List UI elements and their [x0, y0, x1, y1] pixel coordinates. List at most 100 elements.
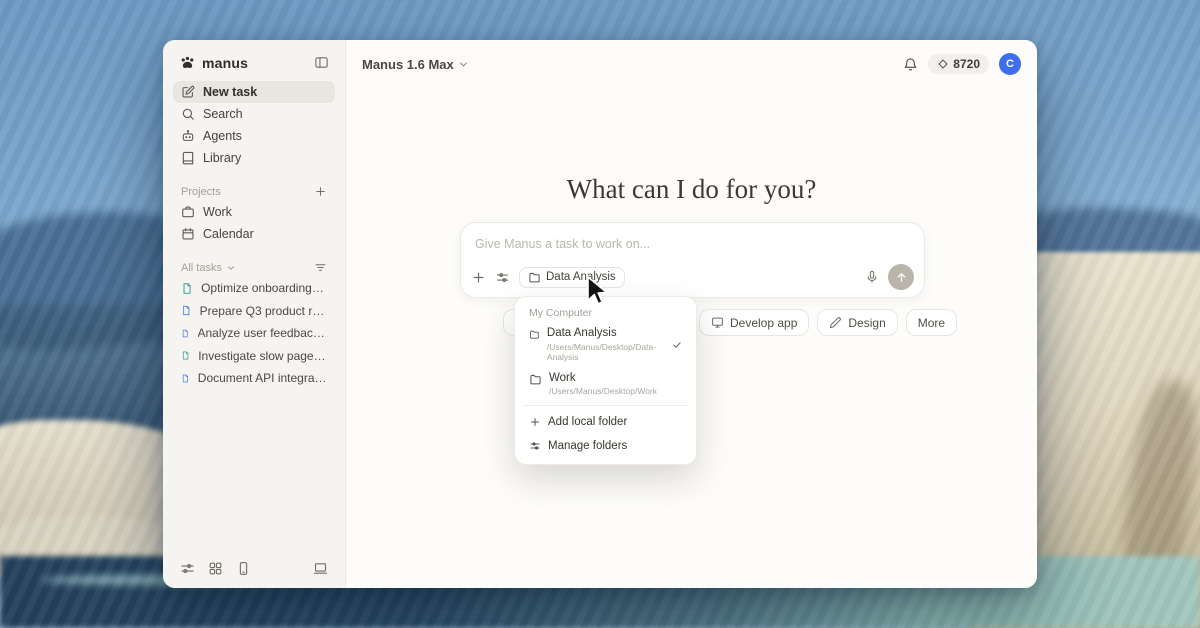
- credits-count: 8720: [953, 57, 980, 71]
- user-avatar[interactable]: C: [999, 53, 1021, 75]
- monitor-icon: [711, 316, 724, 329]
- sidebar-item-label: Agents: [203, 129, 242, 143]
- plus-icon: [529, 416, 541, 428]
- folder-icon: [528, 271, 541, 284]
- suggestion-chip-label: More: [918, 316, 945, 330]
- folder-menu-item-work[interactable]: Work /Users/Manus/Desktop/Work: [521, 367, 690, 402]
- new-task-icon: [181, 85, 195, 99]
- folder-chip-label: Data Analysis: [546, 271, 616, 283]
- add-project-button[interactable]: [314, 185, 327, 198]
- desktop-app-button[interactable]: [313, 561, 328, 576]
- settings-sliders-button[interactable]: [180, 561, 195, 576]
- library-book-icon: [181, 151, 195, 165]
- folder-menu: My Computer Data Analysis /Users/Manus/D…: [514, 296, 697, 465]
- task-list-item[interactable]: Analyze user feedback from beta test: [173, 322, 335, 345]
- page-title: What can I do for you?: [346, 174, 1037, 205]
- add-local-folder-label: Add local folder: [548, 416, 627, 428]
- task-list-item[interactable]: Document API integration guidelin...: [173, 367, 335, 390]
- briefcase-icon: [181, 205, 195, 219]
- mic-button[interactable]: [865, 270, 879, 284]
- calendar-icon: [181, 227, 195, 241]
- manage-folders-action[interactable]: Manage folders: [521, 434, 690, 458]
- task-input[interactable]: [475, 237, 910, 251]
- folder-name: Data Analysis: [547, 327, 665, 339]
- task-list-item[interactable]: Optimize onboarding flow: [173, 277, 335, 300]
- suggestion-chip-design[interactable]: Design: [817, 309, 897, 336]
- sidebar-header: manus: [173, 52, 335, 81]
- task-filter-button[interactable]: [314, 261, 327, 274]
- topbar-right: 8720 C: [903, 53, 1021, 75]
- task-label: Prepare Q3 product roadmap: [200, 304, 327, 318]
- chevron-down-icon[interactable]: [226, 263, 236, 273]
- send-button[interactable]: [888, 264, 914, 290]
- all-tasks-header-label: All tasks: [181, 262, 222, 274]
- sidebar-item-label: Calendar: [203, 227, 254, 241]
- sidebar-item-library[interactable]: Library: [173, 147, 335, 169]
- folder-icon: [529, 328, 540, 341]
- sidebar-project-calendar[interactable]: Calendar: [173, 223, 335, 245]
- sidebar-item-search[interactable]: Search: [173, 103, 335, 125]
- chevron-down-icon: [458, 59, 469, 70]
- brand-name: manus: [202, 55, 248, 71]
- composer-toolbar: Data Analysis: [471, 264, 914, 290]
- sidebar-item-label: Search: [203, 107, 243, 121]
- task-list-item[interactable]: Prepare Q3 product roadmap: [173, 300, 335, 323]
- task-label: Analyze user feedback from beta test: [198, 326, 328, 340]
- task-label: Document API integration guidelin...: [198, 371, 327, 385]
- projects-section-header: Projects: [173, 182, 335, 201]
- search-icon: [181, 107, 195, 121]
- folder-menu-item-data-analysis[interactable]: Data Analysis /Users/Manus/Desktop/Data-…: [521, 322, 690, 367]
- task-list-item[interactable]: Investigate slow page load reports: [173, 345, 335, 368]
- main-area: Manus 1.6 Max 8720 C What can I do for y…: [346, 40, 1037, 588]
- task-document-icon: [181, 372, 190, 385]
- folder-name: Work: [549, 372, 657, 384]
- model-selector[interactable]: Manus 1.6 Max: [362, 57, 469, 72]
- sidebar-item-label: Library: [203, 151, 241, 165]
- sidebar-item-new-task[interactable]: New task: [173, 81, 335, 103]
- desktop-background: manus New task Search Agents Library: [0, 0, 1200, 628]
- task-document-icon: [181, 349, 190, 362]
- manage-folders-label: Manage folders: [548, 440, 627, 452]
- sidebar-collapse-button[interactable]: [314, 55, 329, 70]
- apps-grid-button[interactable]: [208, 561, 223, 576]
- topbar: Manus 1.6 Max 8720 C: [346, 40, 1037, 75]
- sidebar-item-label: Work: [203, 205, 232, 219]
- folder-context-chip[interactable]: Data Analysis: [519, 267, 625, 288]
- suggestion-chip-label: Develop app: [730, 316, 797, 330]
- suggestion-chip-more[interactable]: More: [906, 309, 957, 336]
- projects-header-label: Projects: [181, 186, 221, 198]
- manage-sliders-icon: [529, 440, 541, 452]
- task-label: Investigate slow page load reports: [198, 349, 327, 363]
- sidebar-item-agents[interactable]: Agents: [173, 125, 335, 147]
- mobile-app-button[interactable]: [236, 561, 251, 576]
- add-local-folder-action[interactable]: Add local folder: [521, 410, 690, 434]
- manus-logo-icon: [179, 54, 196, 71]
- tools-tune-button[interactable]: [495, 270, 510, 285]
- arrow-up-icon: [895, 271, 908, 284]
- notifications-bell-button[interactable]: [903, 57, 918, 72]
- credits-badge[interactable]: 8720: [928, 54, 989, 74]
- app-window: manus New task Search Agents Library: [163, 40, 1037, 588]
- all-tasks-section-header: All tasks: [173, 258, 335, 277]
- task-document-icon: [181, 282, 193, 295]
- folder-path: /Users/Manus/Desktop/Data-Analysis: [547, 342, 665, 362]
- agents-bot-icon: [181, 129, 195, 143]
- suggestion-chip-develop-app[interactable]: Develop app: [699, 309, 809, 336]
- folder-icon: [529, 373, 542, 386]
- credits-diamond-icon: [937, 58, 949, 70]
- bg-rock-left-2: [0, 515, 190, 590]
- task-document-icon: [181, 304, 192, 317]
- task-document-icon: [181, 327, 190, 340]
- bg-cliff-shadow: [1115, 377, 1200, 603]
- menu-divider: [523, 405, 688, 406]
- folder-menu-item-text: Data Analysis /Users/Manus/Desktop/Data-…: [547, 327, 665, 362]
- folder-menu-item-text: Work /Users/Manus/Desktop/Work: [549, 372, 657, 397]
- model-name: Manus 1.6 Max: [362, 57, 454, 72]
- sidebar-project-work[interactable]: Work: [173, 201, 335, 223]
- sidebar: manus New task Search Agents Library: [163, 40, 346, 588]
- task-label: Optimize onboarding flow: [201, 281, 327, 295]
- folder-path: /Users/Manus/Desktop/Work: [549, 386, 657, 396]
- pen-icon: [829, 316, 842, 329]
- attach-plus-button[interactable]: [471, 270, 486, 285]
- task-composer[interactable]: Data Analysis: [460, 222, 925, 298]
